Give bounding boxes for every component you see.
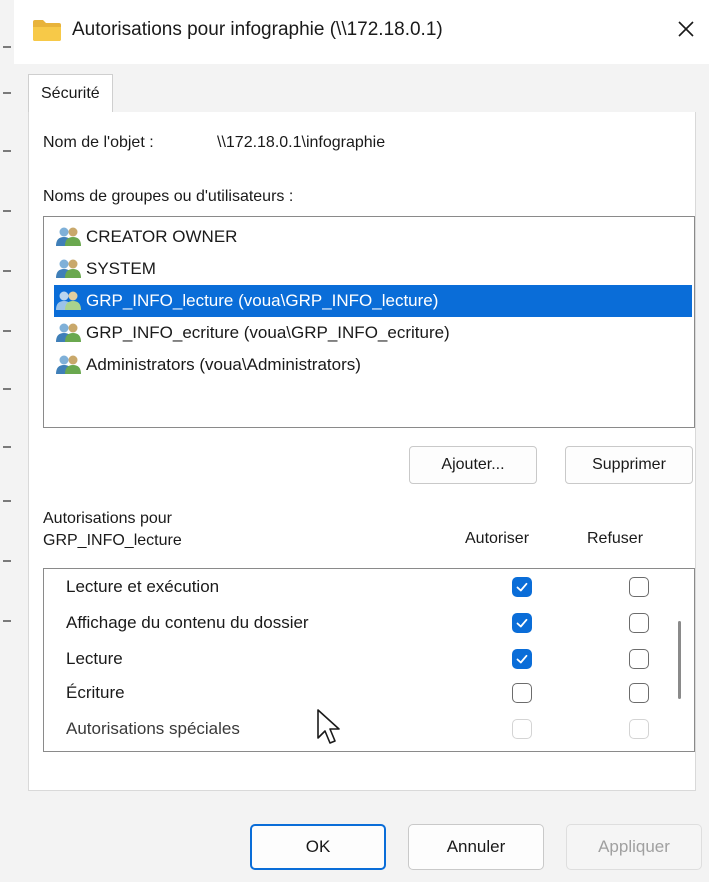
title-bar: Autorisations pour infographie (\\172.18… <box>14 0 709 64</box>
allow-column-header: Autoriser <box>465 530 530 547</box>
object-name-value: \\172.18.0.1\infographie <box>217 134 386 151</box>
deny-checkbox[interactable] <box>629 683 649 703</box>
permission-row: Écriture <box>44 675 664 711</box>
permissions-dialog: Autorisations pour infographie (\\172.18… <box>14 0 709 882</box>
deny-column-header: Refuser <box>587 530 644 547</box>
permission-name: Lecture <box>66 649 123 668</box>
permission-row: Lecture <box>44 641 664 677</box>
cancel-button[interactable]: Annuler <box>408 824 544 870</box>
security-panel: Nom de l'objet : \\172.18.0.1\infographi… <box>28 112 696 791</box>
allow-checkbox <box>512 719 532 739</box>
tab-security[interactable]: Sécurité <box>28 74 113 113</box>
groups-list[interactable]: CREATOR OWNER SYSTEM GRP_INFO_lecture (v… <box>43 216 695 428</box>
background-window-edge <box>0 0 15 882</box>
permission-name: Affichage du contenu du dossier <box>66 613 309 632</box>
apply-button[interactable]: Appliquer <box>566 824 702 870</box>
list-item-grp-info-ecriture[interactable]: GRP_INFO_ecriture (voua\GRP_INFO_ecritur… <box>54 317 450 349</box>
deny-checkbox <box>629 719 649 739</box>
allow-checkbox[interactable] <box>512 649 532 669</box>
list-item-label: SYSTEM <box>86 259 156 278</box>
close-button[interactable] <box>663 6 709 52</box>
permissions-title: Autorisations pour GRP_INFO_lecture <box>43 508 182 552</box>
permissions-title-line2: GRP_INFO_lecture <box>43 532 182 549</box>
list-item-label: GRP_INFO_lecture (voua\GRP_INFO_lecture) <box>86 291 439 310</box>
list-item-label: Administrators (voua\Administrators) <box>86 355 361 374</box>
ok-button[interactable]: OK <box>250 824 386 870</box>
groups-label: Noms de groupes ou d'utilisateurs : <box>43 188 294 205</box>
object-name-label: Nom de l'objet : <box>43 134 154 151</box>
list-item-administrators[interactable]: Administrators (voua\Administrators) <box>54 349 361 381</box>
allow-checkbox[interactable] <box>512 613 532 633</box>
deny-checkbox[interactable] <box>629 577 649 597</box>
permission-row: Autorisations spéciales <box>44 711 664 747</box>
list-item-label: GRP_INFO_ecriture (voua\GRP_INFO_ecritur… <box>86 323 450 342</box>
permission-name: Autorisations spéciales <box>66 719 240 738</box>
list-item-label: CREATOR OWNER <box>86 227 238 246</box>
list-item-creator-owner[interactable]: CREATOR OWNER <box>54 221 237 253</box>
mouse-pointer-icon <box>317 709 340 744</box>
deny-checkbox[interactable] <box>629 649 649 669</box>
user-group-icon <box>56 355 81 374</box>
folder-icon <box>33 20 61 41</box>
add-button[interactable]: Ajouter... <box>409 446 537 484</box>
user-group-icon <box>56 323 81 342</box>
check-icon <box>516 654 528 664</box>
permission-row: Affichage du contenu du dossier <box>44 605 664 641</box>
allow-checkbox[interactable] <box>512 683 532 703</box>
check-icon <box>516 618 528 628</box>
permissions-list[interactable]: Lecture et exécution Affichage du conten… <box>43 568 695 752</box>
user-group-icon <box>56 291 81 310</box>
user-group-icon <box>56 227 81 246</box>
permission-row: Lecture et exécution <box>44 569 664 605</box>
close-icon <box>678 21 694 37</box>
tab-bar: Sécurité <box>28 74 694 113</box>
remove-button[interactable]: Supprimer <box>565 446 693 484</box>
list-item-system[interactable]: SYSTEM <box>54 253 156 285</box>
list-item-grp-info-lecture[interactable]: GRP_INFO_lecture (voua\GRP_INFO_lecture) <box>54 285 692 317</box>
user-group-icon <box>56 259 81 278</box>
permission-name: Écriture <box>66 683 125 702</box>
allow-checkbox[interactable] <box>512 577 532 597</box>
deny-checkbox[interactable] <box>629 613 649 633</box>
permissions-scrollbar[interactable] <box>678 621 681 699</box>
check-icon <box>516 582 528 592</box>
permissions-title-line1: Autorisations pour <box>43 510 172 527</box>
window-title: Autorisations pour infographie (\\172.18… <box>72 19 443 40</box>
permission-name: Lecture et exécution <box>66 577 220 596</box>
